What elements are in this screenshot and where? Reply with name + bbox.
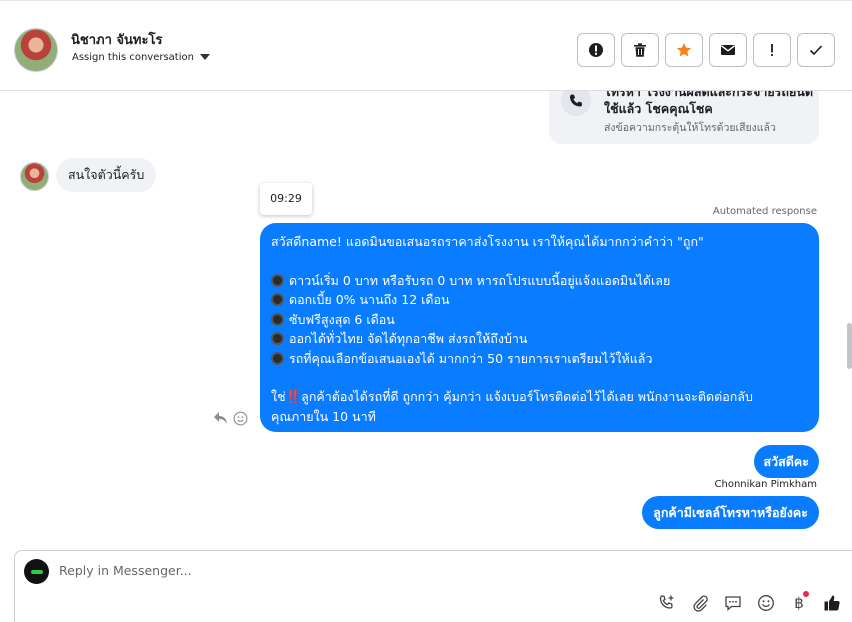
assign-conversation-dropdown[interactable]: Assign this conversation <box>72 52 210 63</box>
thread-scrollbar[interactable] <box>847 323 852 369</box>
caret-down-icon <box>199 54 210 60</box>
reply-input[interactable] <box>59 563 659 578</box>
auto-reply-bullet: ดาวน์เริ่ม 0 บาท หรือรับรถ 0 บาท หารถโปร… <box>271 271 808 291</box>
car-emoji-icon <box>271 293 284 306</box>
auto-reply-greeting: สวัสดีname! แอดมินขอเสนอรถราคาส่งโรงงาน … <box>271 234 704 249</box>
add-call-button[interactable] <box>657 593 677 613</box>
message-hover-actions <box>212 410 248 426</box>
auto-reply-closing-2: คุณภายใน 10 นาที <box>271 408 376 424</box>
outgoing-message[interactable]: ลูกค้ามีเซลล์โทรหาหรือยังคะ <box>642 496 819 529</box>
timestamp-tooltip: 09:29 <box>260 183 312 215</box>
mark-unread-button[interactable] <box>709 33 747 67</box>
contact-name[interactable]: นิชาภา จันทะโร <box>71 29 162 50</box>
notification-dot <box>803 591 809 597</box>
outgoing-message[interactable]: สวัสดีคะ <box>753 445 819 478</box>
payment-button[interactable]: ฿ <box>789 591 809 613</box>
emoji-icon <box>758 595 774 611</box>
messenger-inbox: นิชาภา จันทะโร Assign this conversation <box>0 0 852 622</box>
reply-composer: ฿ <box>14 550 852 622</box>
contact-avatar-small <box>20 162 49 191</box>
baht-icon: ฿ <box>794 594 804 612</box>
header-actions <box>577 33 835 67</box>
attachment-icon <box>693 595 708 612</box>
exclamation-icon <box>771 44 773 56</box>
saved-replies-button[interactable] <box>723 593 743 613</box>
car-emoji-icon <box>271 351 284 365</box>
auto-reply-bullet: ดอกเบี้ย 0% นานถึง 12 เดือน <box>271 290 808 310</box>
mark-spam-button[interactable] <box>577 33 615 67</box>
contact-avatar[interactable] <box>14 28 58 72</box>
add-call-icon <box>659 595 674 609</box>
star-icon <box>676 43 692 57</box>
mark-done-button[interactable] <box>797 33 835 67</box>
conversation-header: นิชาภา จันทะโร Assign this conversation <box>0 1 852 91</box>
follow-up-button[interactable] <box>753 33 791 67</box>
double-exclamation-icon: ‼️ <box>285 389 302 404</box>
auto-reply-bullet: ออกได้ทั่วไทย จัดได้ทุกอาชีพ ส่งรถให้ถึง… <box>271 329 808 349</box>
emoji-button[interactable] <box>756 593 776 613</box>
thumbs-up-button[interactable] <box>822 593 842 613</box>
react-emoji-icon[interactable] <box>232 410 248 426</box>
assign-label: Assign this conversation <box>72 52 194 63</box>
check-icon <box>809 45 823 56</box>
call-card-subtitle: ส่งข้อความกระตุ้นให้โทรด้วยเสียงแล้ว <box>604 122 776 134</box>
composer-tools: ฿ <box>657 591 842 613</box>
thumbs-up-icon <box>824 595 840 611</box>
saved-reply-icon <box>725 596 741 611</box>
car-emoji-icon <box>271 273 284 287</box>
sender-name: Chonnikan Pimkham <box>714 479 817 490</box>
attach-button[interactable] <box>690 593 710 613</box>
trash-icon <box>634 43 646 57</box>
delete-button[interactable] <box>621 33 659 67</box>
call-card-title: โทรหา โรงงานผลิตและกระจายรถยนต์ใช้แล้ว โ… <box>604 91 813 116</box>
call-request-card[interactable]: โทรหา โรงงานผลิตและกระจายรถยนต์ใช้แล้ว โ… <box>549 91 819 144</box>
alert-icon <box>589 43 603 57</box>
automated-response-label: Automated response <box>712 206 817 217</box>
message-thread[interactable]: โทรหา โรงงานผลิตและกระจายรถยนต์ใช้แล้ว โ… <box>0 91 852 541</box>
phone-icon <box>561 91 591 116</box>
envelope-icon <box>721 45 735 55</box>
star-button[interactable] <box>665 33 703 67</box>
auto-reply-bullet: รถที่คุณเลือกข้อเสนอเองได้ มากกว่า 50 รา… <box>271 349 808 369</box>
reply-icon[interactable] <box>212 410 228 426</box>
car-emoji-icon <box>271 312 284 326</box>
auto-reply-bullet: ซับฟรีสูงสุด 6 เดือน <box>271 310 808 330</box>
page-avatar <box>24 559 49 584</box>
car-emoji-icon <box>271 332 284 345</box>
auto-reply-closing: ใช่‼️ลูกค้าต้องได้รถที่ดี ถูกกว่า คุ้มกว… <box>271 389 753 404</box>
incoming-message[interactable]: สนใจตัวนี้ครับ <box>56 158 157 192</box>
automated-message[interactable]: สวัสดีname! แอดมินขอเสนอรถราคาส่งโรงงาน … <box>260 223 819 432</box>
